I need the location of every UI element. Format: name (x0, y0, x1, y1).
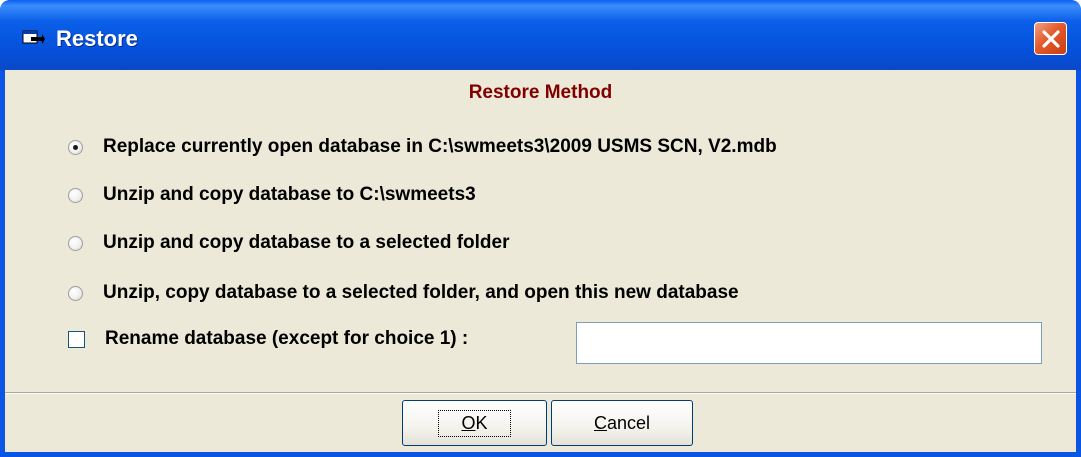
radio-unzip-copy-open[interactable] (68, 285, 83, 301)
window-title: Restore (56, 26, 138, 51)
ok-button[interactable]: OK (402, 400, 547, 446)
close-icon (1042, 30, 1060, 48)
restore-method-heading: Restore Method (468, 82, 613, 103)
option-unzip-copy-open[interactable]: Unzip, copy database to a selected folde… (68, 278, 739, 308)
cancel-label-rest: ancel (606, 412, 651, 433)
option-unzip-copy-open-label: Unzip, copy database to a selected folde… (103, 282, 739, 303)
ok-mnemonic: O (461, 412, 476, 433)
option-unzip-copy-selected[interactable]: Unzip and copy database to a selected fo… (68, 228, 510, 258)
rename-database-option[interactable]: Rename database (except for choice 1) : (68, 324, 468, 354)
title-bar[interactable]: Restore (0, 0, 1081, 70)
radio-replace-current[interactable] (68, 139, 83, 155)
rename-database-label: Rename database (except for choice 1) : (105, 328, 469, 349)
button-divider (5, 392, 1076, 394)
radio-unzip-copy-default[interactable] (68, 187, 83, 203)
option-unzip-copy-default-label: Unzip and copy database to C:\swmeets3 (103, 184, 476, 205)
option-unzip-copy-selected-label: Unzip and copy database to a selected fo… (103, 232, 510, 253)
cancel-mnemonic: C (593, 412, 607, 433)
cancel-button[interactable]: Cancel (551, 400, 693, 446)
ok-label-rest: K (475, 412, 488, 433)
option-replace-current-label: Replace currently open database in C:\sw… (103, 136, 777, 157)
option-replace-current[interactable]: Replace currently open database in C:\sw… (68, 132, 777, 162)
dialog-body: Restore Method Replace currently open da… (5, 70, 1076, 452)
close-button[interactable] (1034, 22, 1067, 55)
ok-button-focus-rect: OK (438, 409, 511, 437)
rename-database-input[interactable] (576, 322, 1042, 364)
restore-window-icon (22, 29, 46, 47)
radio-unzip-copy-selected[interactable] (68, 235, 83, 251)
option-unzip-copy-default[interactable]: Unzip and copy database to C:\swmeets3 (68, 180, 476, 210)
rename-database-checkbox[interactable] (68, 330, 85, 348)
restore-dialog-window: Restore Restore Method Replace currently… (0, 0, 1081, 457)
